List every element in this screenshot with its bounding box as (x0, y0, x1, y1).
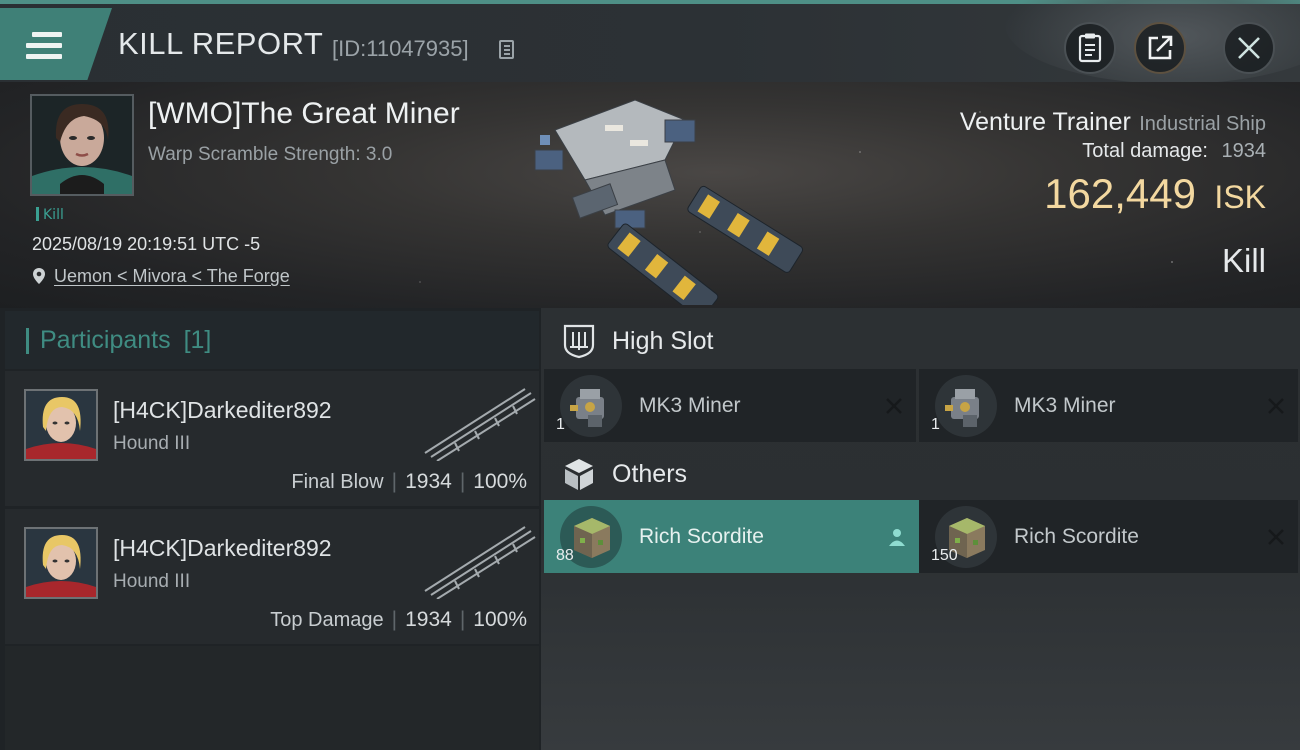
item-name: MK3 Miner (1014, 394, 1116, 417)
mining-laser-icon (935, 375, 997, 437)
location-pin-icon (33, 268, 45, 284)
ship-info[interactable]: Venture Trainer Industrial Ship (960, 108, 1266, 137)
location-link[interactable]: Uemon < Mivora < The Forge (54, 266, 290, 286)
item-quantity: 1 (931, 416, 940, 433)
clipboard-icon (1078, 33, 1102, 63)
participants-panel: Participants [1] [H4CK]Darkediter892 Hou… (0, 308, 541, 750)
stat-separator: | (459, 470, 466, 493)
participant-avatar (26, 529, 96, 597)
participant-percent: 100% (473, 608, 527, 631)
page-title: KILL REPORT (118, 26, 324, 61)
kill-datetime: 2025/08/19 20:19:51 UTC -5 (32, 234, 261, 254)
participant-portrait[interactable] (24, 527, 98, 599)
share-button[interactable] (1134, 22, 1186, 74)
victim-avatar (32, 96, 132, 194)
others-header: Others (541, 445, 1300, 505)
item-quantity: 88 (556, 547, 574, 564)
destroyed-icon (1268, 529, 1284, 545)
weapon-icon (424, 526, 536, 599)
others-label: Others (612, 460, 688, 488)
victim-banner: Kill [WMO]The Great Miner Warp Scramble … (0, 82, 1300, 308)
participant-stats: Final Blow | 1934 | 100% (291, 470, 527, 494)
close-button[interactable] (1223, 22, 1275, 74)
dropped-person-icon (889, 529, 905, 546)
share-icon (1148, 35, 1173, 60)
item-name: Rich Scordite (1014, 525, 1139, 548)
participant-role: Final Blow (291, 471, 384, 493)
isk-unit: ISK (1214, 179, 1266, 215)
item-slot[interactable]: 1 MK3 Miner (919, 369, 1298, 442)
total-damage-value: 1934 (1221, 140, 1267, 162)
item-slot[interactable]: 150 Rich Scordite (919, 500, 1298, 573)
destroyed-icon (886, 398, 902, 414)
high-slot-header: High Slot (541, 312, 1300, 372)
destroyed-icon (1268, 398, 1284, 414)
participants-count: [1] (183, 326, 212, 354)
total-damage-label: Total damage: (1082, 140, 1208, 162)
high-slot-label: High Slot (612, 327, 714, 355)
participant-ship: Hound III (113, 571, 191, 592)
item-quantity: 1 (556, 416, 565, 433)
participant-ship: Hound III (113, 433, 191, 454)
participant-name[interactable]: [H4CK]Darkediter892 (113, 397, 332, 424)
participant-avatar (26, 391, 96, 459)
report-id: [ID:11047935] (332, 36, 469, 61)
report-button[interactable] (1064, 22, 1116, 74)
cargo-box-icon (565, 459, 593, 490)
isk-value: 162,449 (1044, 170, 1196, 217)
stat-separator: | (391, 470, 398, 493)
participant-row[interactable]: [H4CK]Darkediter892 Hound III Final Blow… (5, 371, 539, 506)
item-name: MK3 Miner (639, 394, 741, 417)
warp-scramble-strength: Warp Scramble Strength: 3.0 (148, 144, 393, 165)
hamburger-icon (26, 32, 62, 60)
item-slot[interactable]: 88 Rich Scordite (544, 500, 919, 573)
participant-role: Top Damage (270, 609, 384, 631)
item-name: Rich Scordite (639, 525, 764, 548)
victim-pilot-name[interactable]: [WMO]The Great Miner (148, 97, 460, 131)
kill-location[interactable]: Uemon < Mivora < The Forge (32, 266, 290, 287)
victim-portrait[interactable] (30, 94, 134, 196)
weapon-icon (424, 388, 536, 461)
menu-button[interactable] (0, 8, 112, 80)
item-quantity: 150 (931, 547, 958, 564)
mining-laser-icon (560, 375, 622, 437)
participant-damage: 1934 (405, 608, 452, 631)
kill-tag: Kill (36, 207, 64, 223)
fitting-panel: High Slot 1 MK3 Miner 1 MK3 Miner Others… (541, 308, 1300, 750)
participant-percent: 100% (473, 470, 527, 493)
high-slot-icon (563, 324, 595, 359)
participant-row[interactable]: [H4CK]Darkediter892 Hound III Top Damage… (5, 509, 539, 644)
participants-empty-area (5, 646, 539, 750)
ship-name: Venture Trainer (959, 108, 1131, 136)
ship-class: Industrial Ship (1139, 113, 1266, 135)
close-icon (1238, 37, 1260, 59)
header-bar: KILL REPORT [ID:11047935] (0, 0, 1300, 84)
isk-value-line: 162,449 ISK (1044, 170, 1266, 218)
participant-stats: Top Damage | 1934 | 100% (270, 608, 527, 632)
participants-header: Participants [1] (5, 311, 539, 369)
result-label: Kill (1221, 242, 1266, 279)
item-slot[interactable]: 1 MK3 Miner (544, 369, 916, 442)
total-damage: Total damage: 1934 (1082, 140, 1266, 163)
participant-portrait[interactable] (24, 389, 98, 461)
participant-damage: 1934 (405, 470, 452, 493)
stat-separator: | (459, 608, 466, 631)
copy-icon[interactable] (499, 40, 514, 59)
participants-label: Participants (40, 326, 171, 354)
participant-name[interactable]: [H4CK]Darkediter892 (113, 535, 332, 562)
ship-render (534, 99, 804, 305)
stat-separator: | (391, 608, 398, 631)
